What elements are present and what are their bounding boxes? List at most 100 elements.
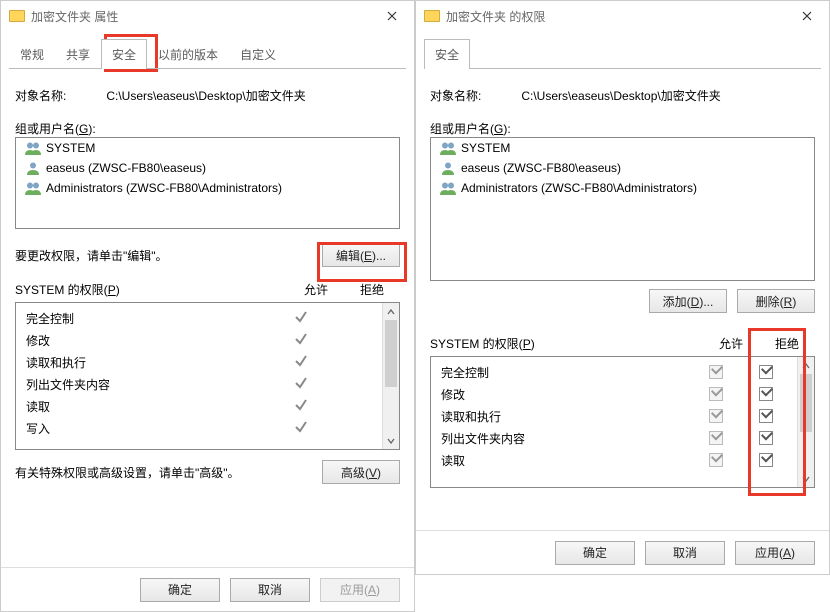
perm-label: SYSTEM 的权限(P) [15,281,288,298]
allow-indicator [276,376,326,393]
permission-name: 读取 [22,398,276,415]
tab-sharing[interactable]: 共享 [55,39,101,69]
permission-row: 列出文件夹内容 [22,373,376,395]
allow-indicator [276,354,326,371]
permission-name: 写入 [22,420,276,437]
advanced-button[interactable]: 高级(V) [322,460,400,484]
allow-checkbox[interactable] [691,453,741,468]
object-name-label: 对象名称: [15,87,66,104]
allow-indicator [276,420,326,437]
allow-indicator [276,332,326,349]
apply-button[interactable]: 应用(A) [735,541,815,565]
col-deny: 拒绝 [344,281,400,298]
user-name-label: SYSTEM [46,141,95,155]
cancel-button[interactable]: 取消 [230,578,310,602]
deny-checkbox[interactable] [741,409,791,424]
edit-button[interactable]: 编辑(E)... [322,243,400,267]
advanced-hint: 有关特殊权限或高级设置，请单击"高级"。 [15,464,322,481]
object-name-value: C:\Users\easeus\Desktop\加密文件夹 [521,87,720,104]
scrollbar[interactable] [382,303,399,449]
permission-name: 修改 [22,332,276,349]
allow-checkbox[interactable] [691,365,741,380]
allow-checkbox[interactable] [691,387,741,402]
permission-row: 读取 [22,395,376,417]
object-name-value: C:\Users\easeus\Desktop\加密文件夹 [106,87,305,104]
scroll-up-icon[interactable] [383,303,399,320]
scrollbar[interactable] [797,357,814,487]
tab-strip: 安全 [416,31,829,69]
permission-name: 读取和执行 [22,354,276,371]
cancel-button[interactable]: 取消 [645,541,725,565]
user-icon [439,181,457,195]
col-allow: 允许 [703,335,759,352]
scroll-down-icon[interactable] [798,470,814,487]
tab-security[interactable]: 安全 [101,39,147,69]
user-name-label: easeus (ZWSC-FB80\easeus) [461,161,621,175]
permission-name: 完全控制 [22,310,276,327]
scroll-thumb[interactable] [385,320,397,387]
group-users-list[interactable]: SYSTEM easeus (ZWSC-FB80\easeus) Administr… [15,137,400,229]
permission-row: 列出文件夹内容 [437,427,791,449]
user-name-label: Administrators (ZWSC-FB80\Administrators… [46,181,282,195]
user-icon [439,161,457,175]
permissions-list: 完全控制修改读取和执行列出文件夹内容读取 [430,356,815,488]
tab-security[interactable]: 安全 [424,39,470,69]
title-bar: 加密文件夹 的权限 [416,1,829,31]
close-button[interactable] [370,1,414,31]
deny-checkbox[interactable] [741,387,791,402]
permission-name: 完全控制 [437,364,691,381]
user-row[interactable]: Administrators (ZWSC-FB80\Administrators… [431,178,814,198]
scroll-down-icon[interactable] [383,432,399,449]
close-button[interactable] [785,1,829,31]
user-name-label: SYSTEM [461,141,510,155]
col-deny: 拒绝 [759,335,815,352]
permission-row: 读取和执行 [22,351,376,373]
ok-button[interactable]: 确定 [140,578,220,602]
object-name-label: 对象名称: [430,87,481,104]
permission-row: 写入 [22,417,376,439]
properties-dialog: 加密文件夹 属性 常规 共享 安全 以前的版本 自定义 对象名称: C:\Use… [0,0,415,612]
deny-checkbox[interactable] [741,453,791,468]
allow-checkbox[interactable] [691,431,741,446]
window-title: 加密文件夹 的权限 [446,8,785,25]
group-users-label: 组或用户名(G): [430,122,511,136]
dialog-footer: 确定 取消 应用(A) [416,530,829,574]
user-icon [24,181,42,195]
apply-button: 应用(A) [320,578,400,602]
permission-name: 列出文件夹内容 [437,430,691,447]
ok-button[interactable]: 确定 [555,541,635,565]
user-row[interactable]: easeus (ZWSC-FB80\easeus) [431,158,814,178]
deny-checkbox[interactable] [741,431,791,446]
user-row[interactable]: easeus (ZWSC-FB80\easeus) [16,158,399,178]
tab-previous[interactable]: 以前的版本 [147,39,229,69]
user-icon [24,161,42,175]
remove-button[interactable]: 删除(R) [737,289,815,313]
title-bar: 加密文件夹 属性 [1,1,414,31]
folder-icon [9,10,25,22]
edit-hint: 要更改权限，请单击"编辑"。 [15,247,322,264]
tab-general[interactable]: 常规 [9,39,55,69]
tab-strip: 常规 共享 安全 以前的版本 自定义 [1,31,414,69]
folder-icon [424,10,440,22]
user-row[interactable]: SYSTEM [431,138,814,158]
permission-row: 读取和执行 [437,405,791,427]
add-button[interactable]: 添加(D)... [649,289,727,313]
scroll-up-icon[interactable] [798,357,814,374]
deny-checkbox[interactable] [741,365,791,380]
group-users-list[interactable]: SYSTEM easeus (ZWSC-FB80\easeus) Administr… [430,137,815,281]
permission-row: 修改 [22,329,376,351]
tab-body: 对象名称: C:\Users\easeus\Desktop\加密文件夹 组或用户… [416,69,829,530]
permission-row: 读取 [437,449,791,471]
allow-indicator [276,310,326,327]
permission-name: 读取和执行 [437,408,691,425]
scroll-thumb[interactable] [800,374,812,432]
allow-indicator [276,398,326,415]
window-title: 加密文件夹 属性 [31,8,370,25]
permission-row: 修改 [437,383,791,405]
dialog-footer: 确定 取消 应用(A) [1,567,414,611]
allow-checkbox[interactable] [691,409,741,424]
perm-label: SYSTEM 的权限(P) [430,335,703,352]
user-row[interactable]: SYSTEM [16,138,399,158]
tab-custom[interactable]: 自定义 [229,39,287,69]
user-row[interactable]: Administrators (ZWSC-FB80\Administrators… [16,178,399,198]
